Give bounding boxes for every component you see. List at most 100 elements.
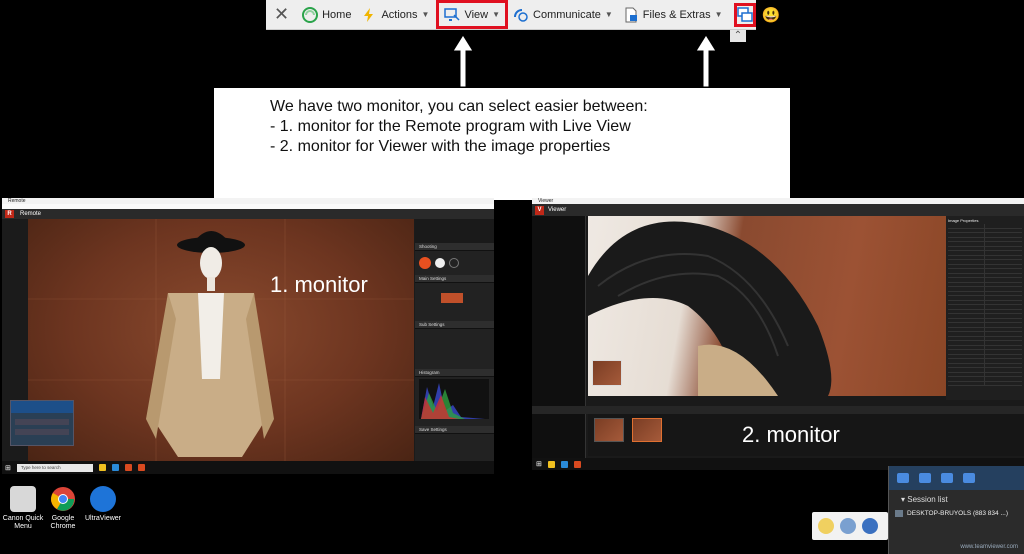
- video-icon[interactable]: [941, 473, 953, 483]
- dual-monitor-icon: [736, 6, 753, 22]
- emoji-tray-icon[interactable]: [818, 518, 834, 534]
- file-explorer-icon[interactable]: [547, 460, 555, 468]
- viewer-logo-icon: V: [535, 205, 544, 215]
- teamviewer-session-panel: ▾ Session list DESKTOP-BRUYOLS (883 834 …: [888, 466, 1024, 554]
- navigator-thumbnail[interactable]: [592, 360, 622, 386]
- edge-icon[interactable]: [111, 464, 119, 471]
- property-key: [948, 228, 985, 232]
- property-key: [948, 287, 985, 291]
- note-line: We have two monitor, you can select easi…: [270, 98, 648, 115]
- property-key: [948, 233, 985, 237]
- switch-monitor-button[interactable]: [733, 2, 756, 27]
- note-line: - 1. monitor for the Remote program with…: [270, 118, 631, 135]
- section-shooting[interactable]: Shooting: [415, 243, 494, 251]
- close-button[interactable]: ✕: [266, 0, 297, 29]
- arrow-up-view-icon: [452, 34, 474, 88]
- property-key: [948, 251, 985, 255]
- actions-menu[interactable]: Actions ▼: [356, 0, 434, 29]
- property-key: [948, 327, 985, 331]
- teamviewer-tray-icon[interactable]: [862, 518, 878, 534]
- property-key: [948, 255, 985, 259]
- property-key: [948, 368, 985, 372]
- windows-taskbar: ⊞ Type here to search: [2, 461, 494, 474]
- collapse-toolbar-button[interactable]: ⌃: [730, 30, 746, 42]
- remote-settings-panel: Shooting Main Settings Sub Settings Hist…: [415, 219, 494, 461]
- filmstrip-thumbnail[interactable]: [594, 418, 624, 442]
- teamviewer-url[interactable]: www.teamviewer.com: [960, 544, 1018, 550]
- canon-app-icon[interactable]: [137, 464, 145, 471]
- property-key: [948, 246, 985, 250]
- hat-closeup-photo: [588, 221, 832, 396]
- property-key: [948, 350, 985, 354]
- home-button[interactable]: Home: [297, 0, 356, 29]
- viewer-image[interactable]: [588, 216, 948, 396]
- property-row: [948, 381, 1022, 386]
- chat-icon[interactable]: [919, 473, 931, 483]
- edge-icon[interactable]: [560, 460, 568, 468]
- chevron-down-icon: ▼: [421, 10, 430, 19]
- property-key: [948, 242, 985, 246]
- property-key: [948, 278, 985, 282]
- property-key: [948, 300, 985, 304]
- headset-icon[interactable]: [897, 473, 909, 483]
- property-key: [948, 296, 985, 300]
- teamviewer-logo-icon: [11, 401, 73, 413]
- filmstrip-thumbnail-selected[interactable]: [632, 418, 662, 442]
- teamviewer-mini-panel[interactable]: [10, 400, 74, 446]
- shutter-speed-selector[interactable]: [441, 293, 463, 303]
- desktop-icon-label: Canon Quick Menu: [2, 515, 44, 530]
- property-key: [948, 264, 985, 268]
- desktop-icon-label: UltraViewer: [84, 515, 122, 522]
- properties-list: [948, 224, 1022, 386]
- property-key: [948, 323, 985, 327]
- network-tray-icon[interactable]: [840, 518, 856, 534]
- arrow-up-monitor-icon: [695, 34, 717, 88]
- communicate-menu[interactable]: Communicate ▼: [508, 0, 618, 29]
- session-toolbar: [889, 466, 1024, 490]
- file-icon: [625, 7, 637, 22]
- close-icon: ✕: [274, 4, 290, 24]
- session-list-item[interactable]: DESKTOP-BRUYOLS (883 834 ...): [889, 504, 1024, 517]
- desktop-icon-ultraviewer[interactable]: UltraViewer: [80, 486, 126, 523]
- section-save-settings[interactable]: Save Settings: [415, 426, 494, 434]
- section-sub-settings[interactable]: Sub Settings: [415, 321, 494, 329]
- live-view-image[interactable]: [28, 219, 414, 461]
- file-explorer-icon[interactable]: [98, 464, 106, 471]
- property-key: [948, 363, 985, 367]
- property-key: [948, 237, 985, 241]
- record-button[interactable]: [449, 258, 459, 268]
- mannequin-photo: [28, 219, 414, 461]
- session-list-header[interactable]: ▾ Session list: [889, 490, 1024, 504]
- session-row[interactable]: [15, 429, 69, 435]
- chevron-down-icon: ▼: [714, 10, 723, 19]
- app-name: Remote: [20, 211, 42, 217]
- property-key: [948, 273, 985, 277]
- windows-start-icon[interactable]: ⊞: [5, 464, 11, 472]
- image-properties-panel: Image Properties: [946, 216, 1024, 400]
- session-name: DESKTOP-BRUYOLS (883 834 ...): [907, 510, 1009, 517]
- section-main-settings[interactable]: Main Settings: [415, 275, 494, 283]
- monitor-view-icon: [444, 7, 460, 21]
- sub-settings-controls: [415, 329, 494, 369]
- file-transfer-icon[interactable]: [963, 473, 975, 483]
- monitor-1-screen[interactable]: Remote R Remote Shooting Main Settings S…: [2, 198, 494, 474]
- property-key: [948, 282, 985, 286]
- ultraviewer-icon: [90, 486, 116, 512]
- property-key: [948, 332, 985, 336]
- shutter-button[interactable]: [419, 257, 431, 269]
- home-icon: [302, 6, 319, 23]
- view-menu[interactable]: View ▼: [436, 0, 509, 29]
- app-header: R Remote: [2, 209, 494, 219]
- windows-start-icon[interactable]: ⊞: [536, 460, 542, 468]
- taskbar-search-input[interactable]: Type here to search: [16, 463, 93, 472]
- property-key: [948, 291, 985, 295]
- property-key: [948, 309, 985, 313]
- remote-app-icon[interactable]: [124, 464, 132, 471]
- af-button[interactable]: [435, 258, 445, 268]
- communicate-icon: [514, 8, 528, 22]
- files-extras-menu[interactable]: Files & Extras ▼: [618, 0, 728, 29]
- viewer-app-icon[interactable]: [573, 460, 581, 468]
- feedback-smiley-button[interactable]: 😃: [756, 0, 787, 29]
- session-row[interactable]: [15, 419, 69, 425]
- section-histogram[interactable]: Histogram: [415, 369, 494, 377]
